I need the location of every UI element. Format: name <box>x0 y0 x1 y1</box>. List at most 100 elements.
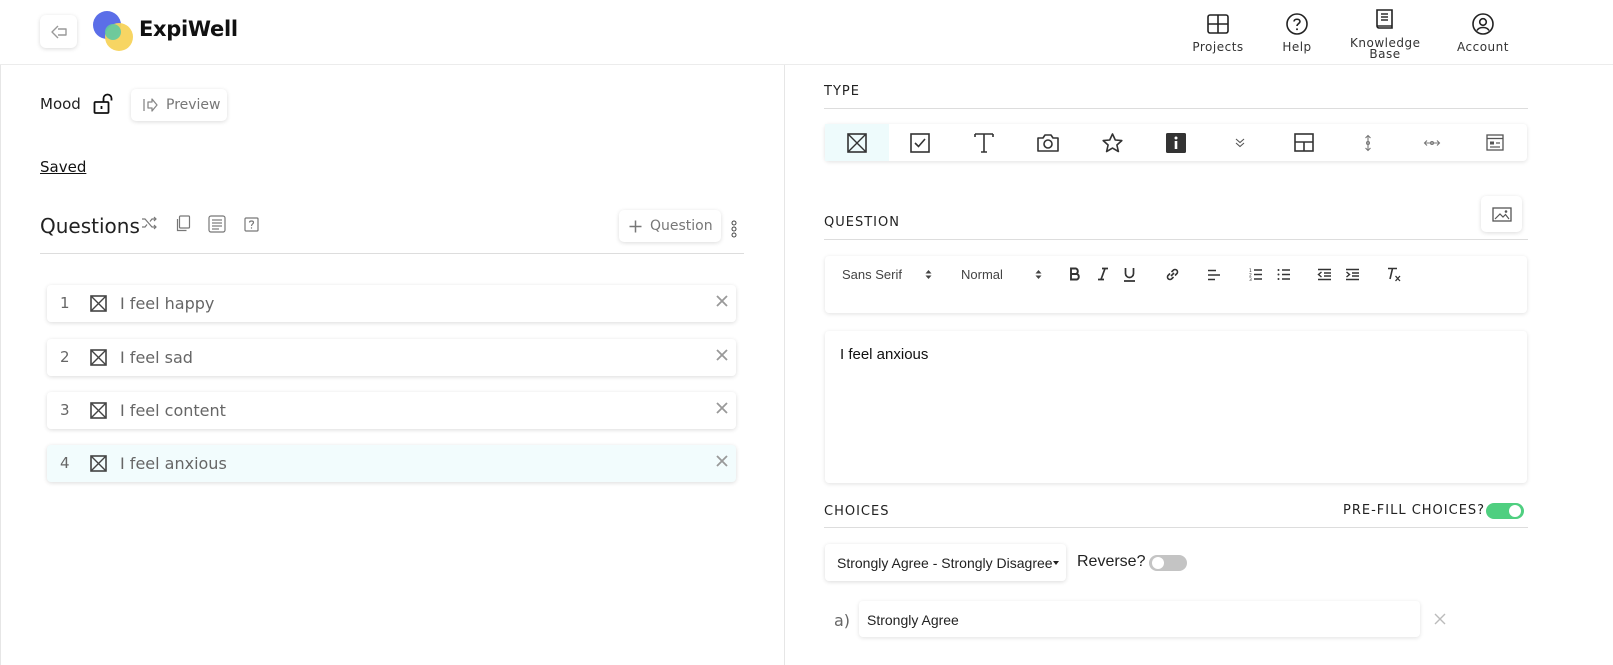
layout-grid-icon <box>1294 133 1314 152</box>
question-row[interactable]: 3 I feel content <box>47 392 736 429</box>
text-icon <box>974 133 994 153</box>
link-icon[interactable] <box>1165 267 1180 282</box>
nav-help[interactable]: Help <box>1252 12 1342 53</box>
choices-divider <box>824 527 1528 528</box>
back-arrow-icon <box>50 25 67 38</box>
delete-icon[interactable] <box>716 295 728 307</box>
add-image-button[interactable] <box>1481 196 1522 232</box>
chevron-double-down-icon <box>1235 138 1245 147</box>
nav-projects[interactable]: Projects <box>1173 12 1263 53</box>
question-text-content: I feel anxious <box>840 346 929 363</box>
document-list-icon[interactable] <box>208 215 226 233</box>
save-status: Saved <box>40 158 87 176</box>
choices-section-label: CHOICES <box>824 504 890 519</box>
unlock-icon[interactable] <box>93 93 115 115</box>
type-info[interactable] <box>1144 124 1208 161</box>
form-window-icon <box>1486 134 1504 151</box>
copy-icon[interactable] <box>175 215 191 232</box>
type-form[interactable] <box>1463 124 1527 161</box>
nav-label: Account <box>1457 40 1509 54</box>
user-circle-icon <box>1472 13 1494 35</box>
question-type-toolbar <box>825 124 1527 161</box>
question-section-label: QUESTION <box>824 215 900 230</box>
star-icon <box>1101 132 1123 152</box>
question-text-editor[interactable]: I feel anxious <box>825 331 1527 483</box>
info-icon <box>1166 132 1186 153</box>
more-vertical-icon[interactable] <box>730 220 738 238</box>
nav-knowledge-base[interactable]: Knowledge Base <box>1340 8 1430 60</box>
multiple-choice-icon <box>90 455 107 472</box>
share-arrow-icon <box>143 98 158 112</box>
questions-divider <box>40 253 744 254</box>
align-left-icon[interactable] <box>1207 269 1221 281</box>
toggle-knob <box>1509 505 1521 517</box>
grid-icon <box>1207 14 1229 34</box>
type-dropdown[interactable] <box>1208 124 1272 161</box>
font-family-select[interactable]: Sans Serif <box>842 267 902 282</box>
add-question-label: Question <box>650 218 713 234</box>
font-size-select[interactable]: Normal <box>961 267 1003 282</box>
multiple-choice-icon <box>847 132 867 153</box>
back-button[interactable] <box>40 15 77 48</box>
brand-name: ExpiWell <box>139 17 238 41</box>
indent-icon[interactable] <box>1345 268 1360 281</box>
prefill-choices-toggle[interactable] <box>1486 503 1524 519</box>
book-icon <box>1376 9 1393 29</box>
bullet-list-icon[interactable] <box>1277 268 1291 281</box>
nav-account[interactable]: Account <box>1438 12 1528 53</box>
questions-title: Questions <box>40 214 140 238</box>
italic-icon[interactable] <box>1097 267 1109 281</box>
delete-icon[interactable] <box>716 349 728 361</box>
choice-scale-select[interactable]: Strongly Agree - Strongly Disagree <box>825 544 1066 581</box>
type-checkbox[interactable] <box>888 124 952 161</box>
question-number: 2 <box>60 348 70 366</box>
question-number: 4 <box>60 454 70 472</box>
type-rating[interactable] <box>1080 124 1144 161</box>
pane-divider <box>784 65 785 665</box>
select-arrows-icon <box>925 270 932 279</box>
nav-label: Knowledge Base <box>1350 36 1421 61</box>
vertical-slider-icon <box>1365 134 1371 151</box>
delete-icon[interactable] <box>716 455 728 467</box>
preview-button[interactable]: Preview <box>131 89 227 121</box>
select-arrows-icon <box>1035 270 1042 279</box>
type-section-label: TYPE <box>824 84 860 99</box>
choice-input[interactable]: Strongly Agree <box>859 601 1420 637</box>
shuffle-icon[interactable] <box>141 215 157 231</box>
add-question-button[interactable]: Question <box>619 210 721 242</box>
camera-icon <box>1037 134 1059 152</box>
type-vertical-slider[interactable] <box>1336 124 1400 161</box>
question-row-selected[interactable]: 4 I feel anxious <box>47 445 736 482</box>
type-layout[interactable] <box>1272 124 1336 161</box>
reverse-label: Reverse? <box>1077 553 1146 570</box>
remove-choice-icon[interactable] <box>1434 613 1446 625</box>
question-number: 1 <box>60 294 70 312</box>
type-multiple-choice[interactable] <box>825 124 889 161</box>
rich-text-toolbar: Sans Serif Normal 1 2 3 <box>825 256 1527 313</box>
question-row[interactable]: 2 I feel sad <box>47 339 736 376</box>
help-square-icon[interactable] <box>244 217 259 232</box>
type-text[interactable] <box>952 124 1016 161</box>
outdent-icon[interactable] <box>1317 268 1332 281</box>
expiwell-logo <box>93 11 133 51</box>
app-header: ExpiWell Projects Help Knowledge Base Ac… <box>0 0 1613 65</box>
type-photo[interactable] <box>1016 124 1080 161</box>
nav-label: Help <box>1282 40 1312 54</box>
bold-icon[interactable] <box>1069 267 1081 281</box>
caret-down-icon <box>1053 561 1059 565</box>
reverse-toggle[interactable] <box>1149 555 1187 571</box>
question-text: I feel sad <box>120 348 193 367</box>
question-row[interactable]: 1 I feel happy <box>47 285 736 322</box>
question-divider <box>824 239 1528 240</box>
type-horizontal-slider[interactable] <box>1400 124 1464 161</box>
question-text: I feel anxious <box>120 454 227 473</box>
nav-label: Projects <box>1192 40 1244 54</box>
ordered-list-icon[interactable]: 1 2 3 <box>1249 268 1263 281</box>
horizontal-slider-icon <box>1423 139 1441 146</box>
checkbox-icon <box>910 132 930 153</box>
underline-icon[interactable] <box>1123 267 1136 282</box>
delete-icon[interactable] <box>716 402 728 414</box>
svg-text:3: 3 <box>1249 277 1252 281</box>
clear-format-icon[interactable] <box>1387 267 1402 282</box>
prefill-choices-label: PRE-FILL CHOICES? <box>1343 503 1486 518</box>
